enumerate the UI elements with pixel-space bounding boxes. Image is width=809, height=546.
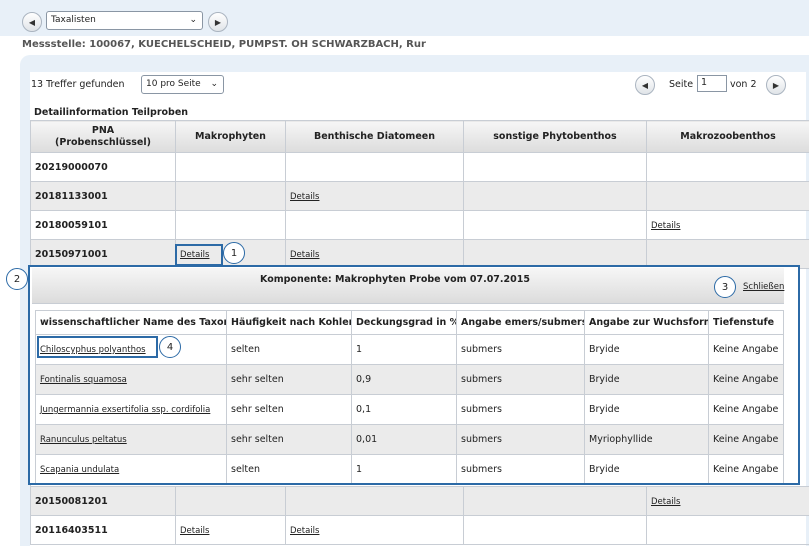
cell xyxy=(646,515,809,545)
cell xyxy=(463,152,647,182)
per-page-value: 10 pro Seite xyxy=(146,79,201,89)
column-header-phytobenthos: sonstige Phytobenthos xyxy=(463,120,647,153)
pna-cell: 20181133001 xyxy=(30,181,176,211)
cell: Details xyxy=(646,210,809,240)
next-list-button[interactable]: ▶ xyxy=(208,12,228,32)
callout-badge-2: 2 xyxy=(6,268,28,290)
chevron-down-icon: ⌄ xyxy=(189,15,197,25)
column-header-pna-line1: PNA xyxy=(91,124,115,136)
cell: Details xyxy=(285,515,464,545)
table-row: 20180059101 Details xyxy=(30,210,809,240)
page-number-input[interactable]: 1 xyxy=(697,75,727,92)
pna-cell: 20116403511 xyxy=(30,515,176,545)
cell xyxy=(175,210,286,240)
column-header-makrophyten: Makrophyten xyxy=(175,120,286,153)
next-page-button[interactable]: ▶ xyxy=(766,75,786,95)
cell: Details xyxy=(175,515,286,545)
cell xyxy=(463,210,647,240)
chevron-right-icon: ▶ xyxy=(772,80,780,90)
cell xyxy=(463,181,647,211)
details-link[interactable]: Details xyxy=(651,497,680,507)
callout-badge-4: 4 xyxy=(159,336,181,358)
details-link[interactable]: Details xyxy=(290,526,319,536)
chevron-right-icon: ▶ xyxy=(214,17,222,27)
column-header-pna: PNA (Probenschlüssel) xyxy=(30,120,176,153)
station-title: Messstelle: 100067, KUECHELSCHEID, PUMPS… xyxy=(22,39,426,50)
details-link[interactable]: Details xyxy=(290,192,319,202)
callout-box-details-link xyxy=(175,244,223,266)
pna-cell: 20219000070 xyxy=(30,152,176,182)
cell: Details xyxy=(285,181,464,211)
prev-page-button[interactable]: ◀ xyxy=(635,75,655,95)
per-page-select[interactable]: 10 pro Seite ⌄ xyxy=(141,75,224,94)
column-header-diatomeen: Benthische Diatomeen xyxy=(285,120,464,153)
column-header-pna-line2: (Probenschlüssel) xyxy=(55,136,151,148)
details-link[interactable]: Details xyxy=(651,221,680,231)
callout-box-detail-panel xyxy=(28,265,800,485)
list-type-select[interactable]: Taxalisten ⌄ xyxy=(46,11,203,30)
cell xyxy=(646,152,809,182)
table-row: 20150081201 Details xyxy=(30,486,809,516)
table-row: 20181133001 Details xyxy=(30,181,809,211)
column-header-makrozoobenthos: Makrozoobenthos xyxy=(646,120,809,153)
cell: Details xyxy=(646,486,809,516)
section-title: Detailinformation Teilproben xyxy=(34,107,189,118)
table-row: 20219000070 xyxy=(30,152,809,182)
cell xyxy=(285,210,464,240)
cell xyxy=(463,515,647,545)
pna-cell: 20180059101 xyxy=(30,210,176,240)
callout-badge-3: 3 xyxy=(714,276,736,298)
details-link[interactable]: Details xyxy=(290,250,319,260)
cell xyxy=(463,486,647,516)
cell xyxy=(285,152,464,182)
cell xyxy=(285,486,464,516)
table-row: 20116403511 Details Details xyxy=(30,515,809,545)
page-total: von 2 xyxy=(730,79,757,90)
page-label: Seite xyxy=(669,79,694,90)
table-header-row: PNA (Probenschlüssel) Makrophyten Benthis… xyxy=(30,120,809,153)
details-link[interactable]: Details xyxy=(180,526,209,536)
callout-badge-1: 1 xyxy=(223,242,245,264)
callout-box-taxon-link xyxy=(37,336,158,358)
prev-list-button[interactable]: ◀ xyxy=(22,12,42,32)
cell xyxy=(175,486,286,516)
cell xyxy=(175,181,286,211)
cell xyxy=(646,181,809,211)
chevron-left-icon: ◀ xyxy=(641,80,649,90)
cell xyxy=(175,152,286,182)
pna-cell: 20150081201 xyxy=(30,486,176,516)
list-type-value: Taxalisten xyxy=(51,15,96,25)
chevron-down-icon: ⌄ xyxy=(210,79,218,89)
result-count: 13 Treffer gefunden xyxy=(31,79,125,90)
chevron-left-icon: ◀ xyxy=(28,17,36,27)
